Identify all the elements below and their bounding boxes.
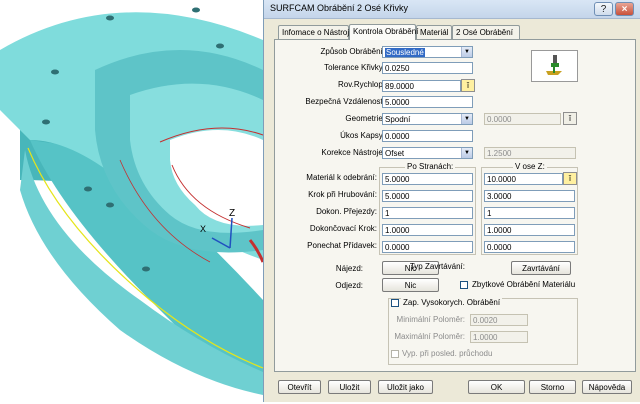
tolerance-label: Tolerance Křivky: xyxy=(324,63,385,72)
zpusob-value: Sousledné xyxy=(385,48,425,57)
save-button[interactable]: Uložit xyxy=(328,380,371,394)
bolt-hole xyxy=(106,15,114,21)
axis-z-label: Z xyxy=(229,208,236,219)
bolt-hole xyxy=(216,43,224,49)
pick-depth-button[interactable]: ǐ xyxy=(563,172,577,185)
odjezd-label: Odjezd: xyxy=(335,281,363,290)
zpusob-label: Způsob Obrábění: xyxy=(320,47,385,56)
grid-row-left-input[interactable]: 0.0000 xyxy=(382,241,473,253)
zbytkove-checkbox[interactable] xyxy=(460,281,468,289)
bezpecna-label: Bezpečná Vzdálenost: xyxy=(305,97,385,106)
vysokorychlostni-checkbox[interactable] xyxy=(391,299,399,307)
grid-row-left-input[interactable]: 1 xyxy=(382,207,473,219)
min-polomer-input: 0.0020 xyxy=(470,314,528,326)
geometrie-select[interactable]: Spodní ▼ xyxy=(382,113,473,125)
grid-row-label: Dokončovací Krok: xyxy=(309,224,377,233)
grid-row-label: Krok při Hrubování: xyxy=(308,190,377,199)
help-button[interactable]: ? xyxy=(594,2,613,16)
geometrie-label: Geometrie: xyxy=(345,114,385,123)
machining-dialog: SURFCAM Obrábění 2 Osé Křivky ? × Infoma… xyxy=(263,0,640,402)
tool-path-icon xyxy=(546,55,562,75)
grid-row-left-input[interactable]: 5.0000 xyxy=(382,173,473,185)
odjezd-button[interactable]: Nic xyxy=(382,278,439,292)
ukos-input[interactable]: 0.0000 xyxy=(382,130,473,142)
tab-material[interactable]: Materiál xyxy=(416,25,452,39)
geometrie-aux-input: 0.0000 xyxy=(484,113,561,125)
bolt-hole xyxy=(106,202,114,208)
grid-row-left-input[interactable]: 1.0000 xyxy=(382,224,473,236)
max-polomer-input: 1.0000 xyxy=(470,331,528,343)
window-title: SURFCAM Obrábění 2 Osé Křivky xyxy=(270,3,409,13)
rovina-input[interactable]: 89.0000 xyxy=(382,80,461,92)
col-header-left: Po Stranách: xyxy=(405,162,456,171)
bolt-hole xyxy=(42,119,50,125)
tab-panel: Způsob Obrábění: Sousledné ▼ Tolerance K… xyxy=(274,39,636,372)
chevron-down-icon: ▼ xyxy=(461,148,472,158)
tab-machining-control[interactable]: Kontrola Obrábění xyxy=(349,24,418,40)
grid-row-label: Ponechat Přídavek: xyxy=(307,241,377,250)
tolerance-input[interactable]: 0.0250 xyxy=(382,62,473,74)
pin-icon: ǐ xyxy=(467,81,469,90)
grid-row-right-input[interactable]: 0.0000 xyxy=(484,241,575,253)
zbytkove-label: Zbytkové Obrábění Materiálu xyxy=(472,280,576,289)
grid-row-left-input[interactable]: 5.0000 xyxy=(382,190,473,202)
vyp-checkbox xyxy=(391,350,399,358)
korekce-aux-input: 1.2500 xyxy=(484,147,576,159)
chevron-down-icon: ▼ xyxy=(461,47,472,57)
korekce-value: Ofset xyxy=(385,149,405,158)
grid-row-right-input[interactable]: 1.0000 xyxy=(484,224,575,236)
pin-icon: ǐ xyxy=(569,114,571,123)
save-as-button[interactable]: Uložit jako xyxy=(378,380,433,394)
najezd-label: Nájezd: xyxy=(335,264,363,273)
cancel-button[interactable]: Storno xyxy=(529,380,576,394)
korekce-label: Korekce Nástroje: xyxy=(321,148,385,157)
col-header-right: V ose Z: xyxy=(513,162,547,171)
pick-geometry-button[interactable]: ǐ xyxy=(563,112,577,125)
max-polomer-label: Maximální Poloměr: xyxy=(394,332,465,341)
bolt-hole xyxy=(51,69,59,75)
grid-row-right-input[interactable]: 10.0000 xyxy=(484,173,563,185)
vysokorychlostni-label: Zap. Vysokorych. Obrábění xyxy=(401,298,503,307)
open-button[interactable]: Otevřít xyxy=(278,380,321,394)
min-polomer-label: Minimální Poloměr: xyxy=(396,315,465,324)
tab-2axis-machining[interactable]: 2 Osé Obrábění xyxy=(452,25,520,39)
bolt-hole xyxy=(84,186,92,192)
chevron-down-icon: ▼ xyxy=(461,114,472,124)
pick-point-button[interactable]: ǐ xyxy=(461,79,475,92)
rovina-label: Rov.Rychlop: xyxy=(338,80,385,89)
title-bar[interactable]: SURFCAM Obrábění 2 Osé Křivky ? × xyxy=(264,0,640,19)
tab-tool-info[interactable]: Infomace o Nástroji xyxy=(278,25,351,39)
tool-preview[interactable] xyxy=(531,50,578,82)
axis-x-label: X xyxy=(200,224,207,234)
grid-row-label: Dokon. Přejezdy: xyxy=(316,207,377,216)
ukos-label: Úkos Kapsy: xyxy=(340,131,385,140)
zavtavani-button[interactable]: Zavrtávání xyxy=(511,261,571,275)
korekce-select[interactable]: Ofset ▼ xyxy=(382,147,473,159)
close-button[interactable]: × xyxy=(615,2,634,16)
bolt-hole xyxy=(142,266,150,272)
ok-button[interactable]: OK xyxy=(468,380,525,394)
typ-zavtaveni-label: Typ Zavrtávání: xyxy=(409,262,465,271)
bezpecna-input[interactable]: 5.0000 xyxy=(382,96,473,108)
grid-row-label: Materiál k odebrání: xyxy=(306,173,377,182)
pin-icon: ǐ xyxy=(569,174,571,183)
vyp-label: Vyp. při posled. průchodu xyxy=(402,349,493,358)
geometrie-value: Spodní xyxy=(385,115,411,124)
help-text-button[interactable]: Nápověda xyxy=(582,380,632,394)
bolt-hole xyxy=(192,7,200,13)
zpusob-select[interactable]: Sousledné ▼ xyxy=(382,46,473,58)
grid-row-right-input[interactable]: 3.0000 xyxy=(484,190,575,202)
grid-row-right-input[interactable]: 1 xyxy=(484,207,575,219)
